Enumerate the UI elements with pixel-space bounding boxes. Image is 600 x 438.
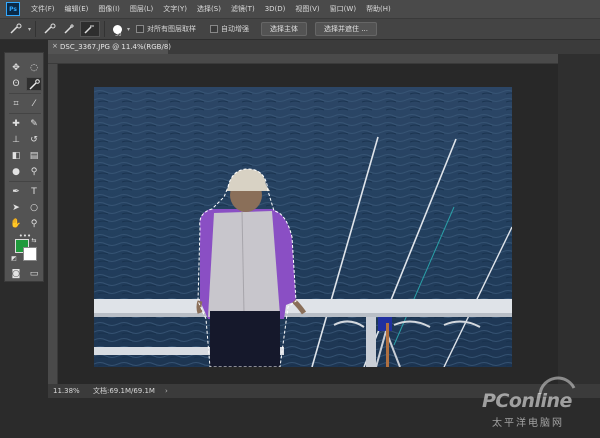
panel-dock — [558, 54, 600, 384]
crop-tool-icon[interactable]: ⌗ — [8, 97, 24, 111]
auto-enhance-label: 自动增强 — [221, 25, 250, 33]
tools-panel: ✥ ◌ ʘ ⌗ ⁄ ✚ ✎ ⊥ ↺ ◧ ▤ ● ⚲ ✒ T ➤ ○ ✋ ⚲ ••… — [4, 52, 44, 282]
move-tool-icon[interactable]: ✥ — [8, 61, 24, 75]
separator — [9, 93, 41, 94]
zoom-level-field[interactable]: 11.38% — [53, 387, 93, 395]
menu-help[interactable]: 帮助(H) — [361, 4, 396, 14]
brush-preview-icon[interactable] — [113, 24, 123, 34]
tool-preset-picker[interactable] — [6, 21, 26, 37]
quick-selection-icon — [10, 23, 22, 34]
document-tab[interactable]: DSC_3367.JPG @ 11.4%(RGB/8) — [48, 40, 172, 54]
menu-type[interactable]: 文字(Y) — [158, 4, 192, 14]
vertical-ruler — [48, 64, 58, 384]
document-title: DSC_3367.JPG @ 11.4%(RGB/8) — [60, 43, 172, 51]
sample-all-layers-label: 对所有图层取样 — [147, 25, 197, 33]
options-bar: ▾ 30 ▾ 对所有图层取样 自动增强 选择主体 选择并遮住 ... — [0, 18, 600, 40]
horizontal-ruler — [48, 54, 558, 64]
eraser-tool-icon[interactable]: ◧ — [8, 149, 24, 163]
subtract-selection-icon — [84, 25, 95, 34]
menu-filter[interactable]: 滤镜(T) — [226, 4, 260, 14]
eyedropper-tool-icon[interactable]: ⁄ — [26, 97, 42, 111]
photoshop-logo-icon[interactable]: Ps — [6, 2, 20, 16]
menu-view[interactable]: 视图(V) — [290, 4, 324, 14]
subtract-from-selection-button[interactable] — [80, 21, 101, 37]
brush-tool-icon[interactable]: ✎ — [26, 117, 42, 131]
dodge-tool-icon[interactable]: ⚲ — [26, 165, 42, 179]
clone-stamp-icon[interactable]: ⊥ — [8, 133, 24, 147]
close-icon[interactable]: × — [52, 42, 60, 51]
separator — [104, 21, 106, 37]
background-color-swatch[interactable] — [23, 247, 37, 261]
new-selection-mode-button[interactable] — [40, 21, 60, 37]
lasso-tool-icon[interactable]: ʘ — [8, 77, 24, 91]
menu-window[interactable]: 窗口(W) — [325, 4, 361, 14]
chevron-right-icon[interactable]: › — [165, 387, 168, 395]
add-to-selection-button[interactable] — [60, 21, 80, 37]
separator — [9, 181, 41, 182]
document-size-info: 文档:69.1M/69.1M — [93, 387, 155, 395]
auto-enhance-checkbox[interactable] — [210, 25, 219, 33]
quick-selection-tool-icon[interactable] — [26, 77, 42, 91]
gradient-tool-icon[interactable]: ▤ — [26, 149, 42, 163]
menu-image[interactable]: 图像(I) — [93, 4, 125, 14]
swap-colors-icon[interactable]: ⇆ — [29, 237, 39, 245]
menu-bar: Ps 文件(F) 编辑(E) 图像(I) 图层(L) 文字(Y) 选择(S) 滤… — [0, 0, 600, 18]
history-brush-icon[interactable]: ↺ — [26, 133, 42, 147]
select-subject-button[interactable]: 选择主体 — [261, 22, 308, 36]
watermark: PConline 太平洋电脑网 — [478, 376, 596, 434]
pen-tool-icon[interactable]: ✒ — [8, 185, 24, 199]
marquee-tool-icon[interactable]: ◌ — [26, 61, 42, 75]
type-tool-icon[interactable]: T — [26, 185, 42, 199]
path-selection-icon[interactable]: ➤ — [8, 201, 24, 215]
healing-brush-icon[interactable]: ✚ — [8, 117, 24, 131]
separator — [35, 21, 37, 37]
separator — [9, 113, 41, 114]
document-image[interactable] — [94, 87, 512, 367]
new-selection-icon — [44, 23, 56, 34]
chevron-down-icon[interactable]: ▾ — [28, 26, 31, 33]
quick-mask-icon[interactable]: ◙ — [8, 267, 24, 281]
select-and-mask-button[interactable]: 选择并遮住 ... — [315, 22, 377, 36]
menu-file[interactable]: 文件(F) — [26, 4, 60, 14]
menu-edit[interactable]: 编辑(E) — [60, 4, 94, 14]
ellipse-tool-icon[interactable]: ○ — [26, 201, 42, 215]
menu-3d[interactable]: 3D(D) — [260, 5, 291, 13]
add-selection-icon — [64, 24, 75, 34]
watermark-brand: PConline — [482, 390, 572, 412]
sample-all-layers-checkbox[interactable] — [136, 25, 145, 33]
menu-select[interactable]: 选择(S) — [192, 4, 226, 14]
photo-fisherman — [94, 87, 512, 367]
watermark-subtitle: 太平洋电脑网 — [492, 418, 564, 429]
chevron-down-icon[interactable]: ▾ — [127, 26, 130, 33]
default-colors-icon[interactable]: ◩ — [9, 255, 19, 263]
blur-tool-icon[interactable]: ● — [8, 165, 24, 179]
screen-mode-icon[interactable]: ▭ — [26, 267, 42, 281]
menu-layer[interactable]: 图层(L) — [125, 4, 158, 14]
